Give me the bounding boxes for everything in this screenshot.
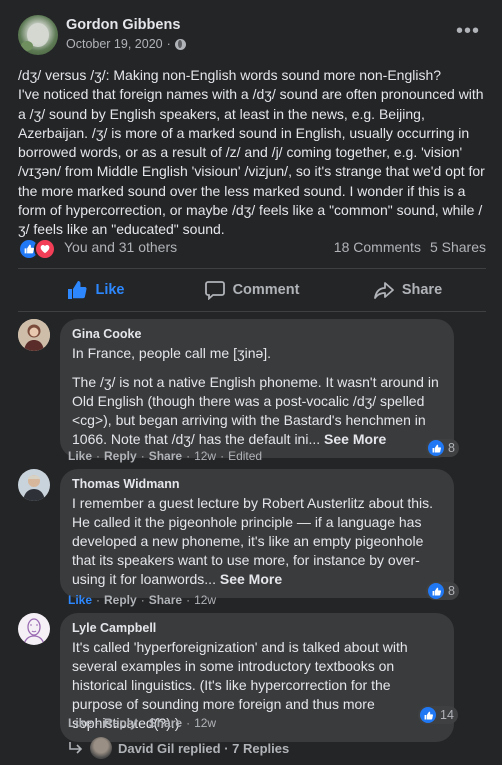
- see-more-link[interactable]: See More: [324, 431, 386, 447]
- commenter-avatar[interactable]: [18, 319, 50, 351]
- view-replies-link[interactable]: David Gil replied · 7 Replies: [68, 737, 289, 759]
- divider: [18, 268, 486, 269]
- comments-count[interactable]: 18 Comments: [334, 239, 421, 255]
- divider: [18, 311, 486, 312]
- like-reaction-icon: [428, 440, 444, 456]
- comment-reply-button[interactable]: Reply: [104, 593, 137, 607]
- share-label: Share: [401, 282, 443, 298]
- comment-bubble: Thomas Widmann I remember a guest lectur…: [60, 469, 454, 598]
- like-icon: [68, 281, 88, 299]
- comment-share-button[interactable]: Share: [149, 716, 182, 730]
- commenter-name[interactable]: Lyle Campbell: [72, 621, 442, 635]
- comment-time[interactable]: 12w: [194, 449, 216, 463]
- share-icon: [373, 282, 394, 299]
- comment-actions: Like · Reply · Share · 12w · Edited: [68, 449, 263, 463]
- like-reaction-icon: [428, 583, 444, 599]
- comment-actions: Like · Reply · Share · 12w: [68, 716, 217, 730]
- post-date[interactable]: October 19, 2020: [66, 37, 163, 51]
- post-counts: 18 Comments 5 Shares: [334, 239, 486, 255]
- post-card: Gordon Gibbens October 19, 2020 · ••• /d…: [0, 0, 502, 765]
- reactions-summary[interactable]: You and 31 others: [64, 239, 177, 255]
- comment-reply-button[interactable]: Reply: [104, 716, 137, 730]
- commenter-name[interactable]: Thomas Widmann: [72, 477, 442, 491]
- comment-paragraph: The /ʒ/ is not a native English phoneme.…: [72, 373, 442, 449]
- comment-reply-button[interactable]: Reply: [104, 449, 137, 463]
- comment-share-button[interactable]: Share: [149, 593, 182, 607]
- comment-share-button[interactable]: Share: [149, 449, 182, 463]
- commenter-avatar[interactable]: [18, 613, 50, 645]
- reaction-count: 14: [440, 708, 454, 722]
- more-icon[interactable]: •••: [456, 21, 480, 41]
- love-reaction-icon: [34, 238, 56, 260]
- comment-paragraph: I remember a guest lecture by Robert Aus…: [72, 494, 442, 589]
- comment-reaction-count[interactable]: 14: [418, 706, 458, 724]
- see-more-link[interactable]: See More: [220, 571, 282, 587]
- like-button[interactable]: Like: [18, 273, 174, 307]
- comment-reaction-count[interactable]: 8: [426, 439, 459, 457]
- replies-summary: David Gil replied · 7 Replies: [118, 740, 290, 756]
- reaction-icons[interactable]: [18, 238, 58, 260]
- comment-bubble: Gina Cooke In France, people call me [ʒi…: [60, 319, 454, 458]
- comment-paragraph: In France, people call me [ʒinə].: [72, 345, 272, 361]
- post-body: /dʒ/ versus /ʒ/: Making non-English word…: [18, 66, 488, 240]
- commenter-name[interactable]: Gina Cooke: [72, 327, 442, 341]
- post-actions: Like Comment Share: [18, 273, 486, 307]
- meta-separator: ·: [166, 37, 171, 51]
- post-meta: October 19, 2020 ·: [66, 37, 186, 51]
- author-avatar[interactable]: [18, 15, 58, 55]
- share-button[interactable]: Share: [330, 273, 486, 307]
- comment-icon: [204, 281, 225, 300]
- commenter-avatar[interactable]: [18, 469, 50, 501]
- post-paragraph: /dʒ/ versus /ʒ/: Making non-English word…: [18, 67, 442, 83]
- comment-button[interactable]: Comment: [174, 273, 330, 307]
- comment-label: Comment: [232, 282, 300, 298]
- like-reaction-icon: [420, 707, 436, 723]
- reply-arrow-icon: [69, 742, 83, 754]
- comment-actions: Like · Reply · Share · 12w: [68, 593, 217, 607]
- comment-time[interactable]: 12w: [194, 593, 216, 607]
- comment-text: In France, people call me [ʒinə]. The /ʒ…: [72, 344, 442, 449]
- author-name[interactable]: Gordon Gibbens: [66, 17, 180, 33]
- globe-icon: [174, 38, 186, 50]
- comment-like-button[interactable]: Like: [68, 593, 92, 607]
- comment-edited: Edited: [228, 449, 263, 463]
- comment-like-button[interactable]: Like: [68, 716, 92, 730]
- replier-avatar: [90, 737, 112, 759]
- reactions-bar: You and 31 others 18 Comments 5 Shares: [18, 237, 486, 260]
- comment-text: I remember a guest lecture by Robert Aus…: [72, 494, 442, 589]
- shares-count[interactable]: 5 Shares: [430, 239, 486, 255]
- reaction-count: 8: [448, 441, 455, 455]
- like-label: Like: [95, 282, 125, 298]
- reaction-count: 8: [448, 584, 455, 598]
- comment-reaction-count[interactable]: 8: [426, 582, 459, 600]
- comment-like-button[interactable]: Like: [68, 449, 92, 463]
- post-header: Gordon Gibbens October 19, 2020 · •••: [18, 15, 490, 57]
- comment-time[interactable]: 12w: [194, 716, 216, 730]
- post-paragraph: I've noticed that foreign names with a /…: [18, 86, 485, 238]
